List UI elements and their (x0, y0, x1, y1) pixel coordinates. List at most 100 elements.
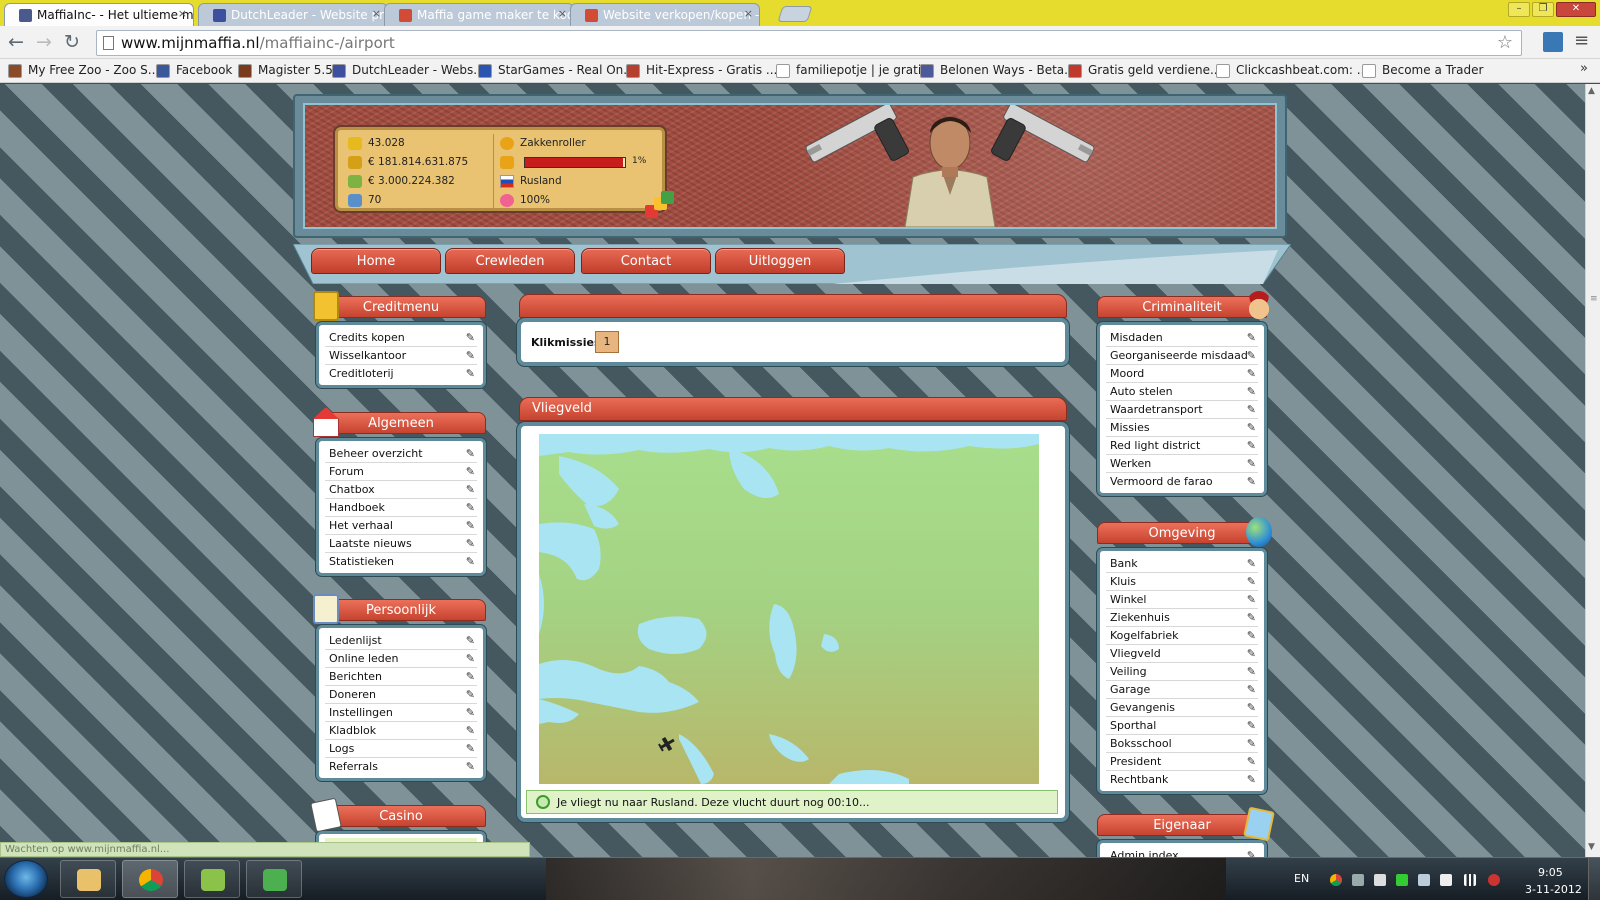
reload-icon[interactable]: ↻ (64, 31, 80, 53)
extension-icon[interactable] (1543, 32, 1563, 52)
tray-security-icon[interactable] (1396, 874, 1408, 886)
scroll-down-icon[interactable]: ▼ (1588, 842, 1595, 852)
menu-item[interactable]: Garage ✎ (1106, 681, 1258, 699)
tab-close-icon[interactable]: × (372, 7, 381, 20)
menu-item[interactable]: Instellingen ✎ (325, 704, 477, 722)
back-icon[interactable]: ← (8, 31, 24, 53)
language-indicator[interactable]: EN (1294, 872, 1309, 885)
menu-item[interactable]: Werken ✎ (1106, 455, 1258, 473)
menu-item[interactable]: Logs ✎ (325, 740, 477, 758)
menu-item[interactable]: Berichten ✎ (325, 668, 477, 686)
tray-display-icon[interactable] (1418, 874, 1430, 886)
menu-item[interactable]: Handboek ✎ (325, 499, 477, 517)
forward-icon[interactable]: → (36, 31, 52, 53)
nav-home[interactable]: Home (311, 248, 441, 274)
bookmark-item[interactable]: StarGames - Real On... (478, 63, 635, 78)
taskbar-money-app[interactable] (184, 860, 240, 898)
browser-tab[interactable]: Maffia game maker te koo × (384, 3, 574, 26)
menu-item[interactable]: Red light district ✎ (1106, 437, 1258, 455)
menu-item[interactable]: Auto stelen ✎ (1106, 383, 1258, 401)
menu-item[interactable]: Ledenlijst ✎ (325, 632, 477, 650)
menu-item[interactable]: Kladblok ✎ (325, 722, 477, 740)
bookmark-item[interactable]: Clickcashbeat.com: ... (1216, 63, 1368, 78)
menu-item[interactable]: President ✎ (1106, 753, 1258, 771)
menu-item[interactable]: Credits kopen ✎ (325, 329, 477, 347)
menu-item[interactable]: Online leden ✎ (325, 650, 477, 668)
bookmark-star-icon[interactable]: ☆ (1497, 32, 1513, 53)
tray-chrome-icon[interactable] (1330, 874, 1342, 886)
menu-item[interactable]: Wisselkantoor ✎ (325, 347, 477, 365)
bookmark-item[interactable]: Facebook (156, 63, 232, 78)
nav-contact[interactable]: Contact (581, 248, 711, 274)
new-tab-button[interactable] (777, 6, 813, 22)
scroll-grip-icon[interactable]: ≡ (1590, 294, 1598, 304)
scroll-up-icon[interactable]: ▲ (1588, 86, 1595, 96)
menu-item[interactable]: Gevangenis ✎ (1106, 699, 1258, 717)
menu-item[interactable]: Veiling ✎ (1106, 663, 1258, 681)
nav-crewleden[interactable]: Crewleden (445, 248, 575, 274)
menu-item[interactable]: Winkel ✎ (1106, 591, 1258, 609)
menu-item[interactable]: Kluis ✎ (1106, 573, 1258, 591)
bookmarks-overflow-button[interactable]: » (1580, 61, 1588, 76)
menu-item[interactable]: Admin index ✎ (1106, 847, 1258, 857)
tab-close-icon[interactable]: × (744, 7, 753, 20)
browser-tab[interactable]: DutchLeader - Website pro × (198, 3, 388, 26)
menu-item[interactable]: Creditloterij ✎ (325, 365, 477, 383)
menu-item[interactable]: Laatste nieuws ✎ (325, 535, 477, 553)
tray-power-icon[interactable] (1440, 874, 1452, 886)
bookmark-item[interactable]: Become a Trader (1362, 63, 1483, 78)
menu-item[interactable]: Chatbox ✎ (325, 481, 477, 499)
wrench-menu-icon[interactable]: ≡ (1574, 30, 1589, 51)
page-scrollbar[interactable]: ▲ ≡ ▼ (1585, 84, 1600, 857)
menu-item[interactable]: Missies ✎ (1106, 419, 1258, 437)
show-desktop-button[interactable] (1588, 858, 1600, 900)
browser-tab[interactable]: Website verkopen/kopen - × (570, 3, 760, 26)
menu-item[interactable]: Statistieken ✎ (325, 553, 477, 571)
menu-item[interactable]: Doneren ✎ (325, 686, 477, 704)
menu-item[interactable]: Misdaden ✎ (1106, 329, 1258, 347)
klikmissies-count[interactable]: 1 (595, 331, 619, 353)
clock-date[interactable]: 3-11-2012 (1525, 883, 1582, 896)
nav-uitloggen[interactable]: Uitloggen (715, 248, 845, 274)
menu-item[interactable]: Ziekenhuis ✎ (1106, 609, 1258, 627)
bookmark-item[interactable]: familiepotje | je grati... (776, 63, 933, 78)
bookmark-item[interactable]: Gratis geld verdiene... (1068, 63, 1221, 78)
tray-app-icon[interactable] (1352, 874, 1364, 886)
taskbar-chrome[interactable] (122, 860, 178, 898)
maximize-button[interactable]: ❐ (1532, 2, 1554, 17)
clock-time[interactable]: 9:05 (1538, 866, 1563, 879)
bookmark-item[interactable]: Belonen Ways - Beta... (920, 63, 1076, 78)
menu-item[interactable]: Beheer overzicht ✎ (325, 445, 477, 463)
tab-close-icon[interactable]: × (178, 7, 187, 20)
menu-item[interactable]: Waardetransport ✎ (1106, 401, 1258, 419)
minimize-button[interactable]: – (1508, 2, 1530, 17)
menu-item[interactable]: Vliegveld ✎ (1106, 645, 1258, 663)
bookmark-item[interactable]: My Free Zoo - Zoo S... (8, 63, 159, 78)
tray-volume-icon[interactable] (1488, 874, 1500, 886)
bookmark-item[interactable]: Hit-Express - Gratis ... (626, 63, 777, 78)
travel-map[interactable] (539, 434, 1039, 784)
tab-close-icon[interactable]: × (558, 7, 567, 20)
taskbar-network-app[interactable] (246, 860, 302, 898)
menu-item[interactable]: Forum ✎ (325, 463, 477, 481)
window-close-button[interactable]: ✕ (1556, 2, 1596, 17)
bookmark-item[interactable]: Magister 5.5 (238, 63, 333, 78)
menu-item[interactable]: Boksschool ✎ (1106, 735, 1258, 753)
menu-item[interactable]: Referrals ✎ (325, 758, 477, 776)
taskbar-explorer[interactable] (60, 860, 116, 898)
menu-item-label: Rechtbank (1110, 773, 1169, 786)
address-bar[interactable]: www.mijnmaffia.nl/maffiainc-/airport ☆ (96, 30, 1522, 56)
menu-item[interactable]: Het verhaal ✎ (325, 517, 477, 535)
menu-item[interactable]: Kogelfabriek ✎ (1106, 627, 1258, 645)
menu-item[interactable]: Vermoord de farao ✎ (1106, 473, 1258, 491)
browser-tab[interactable]: MaffiaInc- - Het ultieme m × (4, 3, 194, 26)
menu-item[interactable]: Moord ✎ (1106, 365, 1258, 383)
menu-item[interactable]: Bank ✎ (1106, 555, 1258, 573)
bookmark-item[interactable]: DutchLeader - Webs... (332, 63, 485, 78)
tray-network-icon[interactable] (1464, 874, 1476, 886)
tray-flag-icon[interactable] (1374, 874, 1386, 886)
menu-item[interactable]: Rechtbank ✎ (1106, 771, 1258, 789)
start-button[interactable] (4, 860, 48, 898)
menu-item[interactable]: Georganiseerde misdaad ✎ (1106, 347, 1258, 365)
menu-item[interactable]: Sporthal ✎ (1106, 717, 1258, 735)
